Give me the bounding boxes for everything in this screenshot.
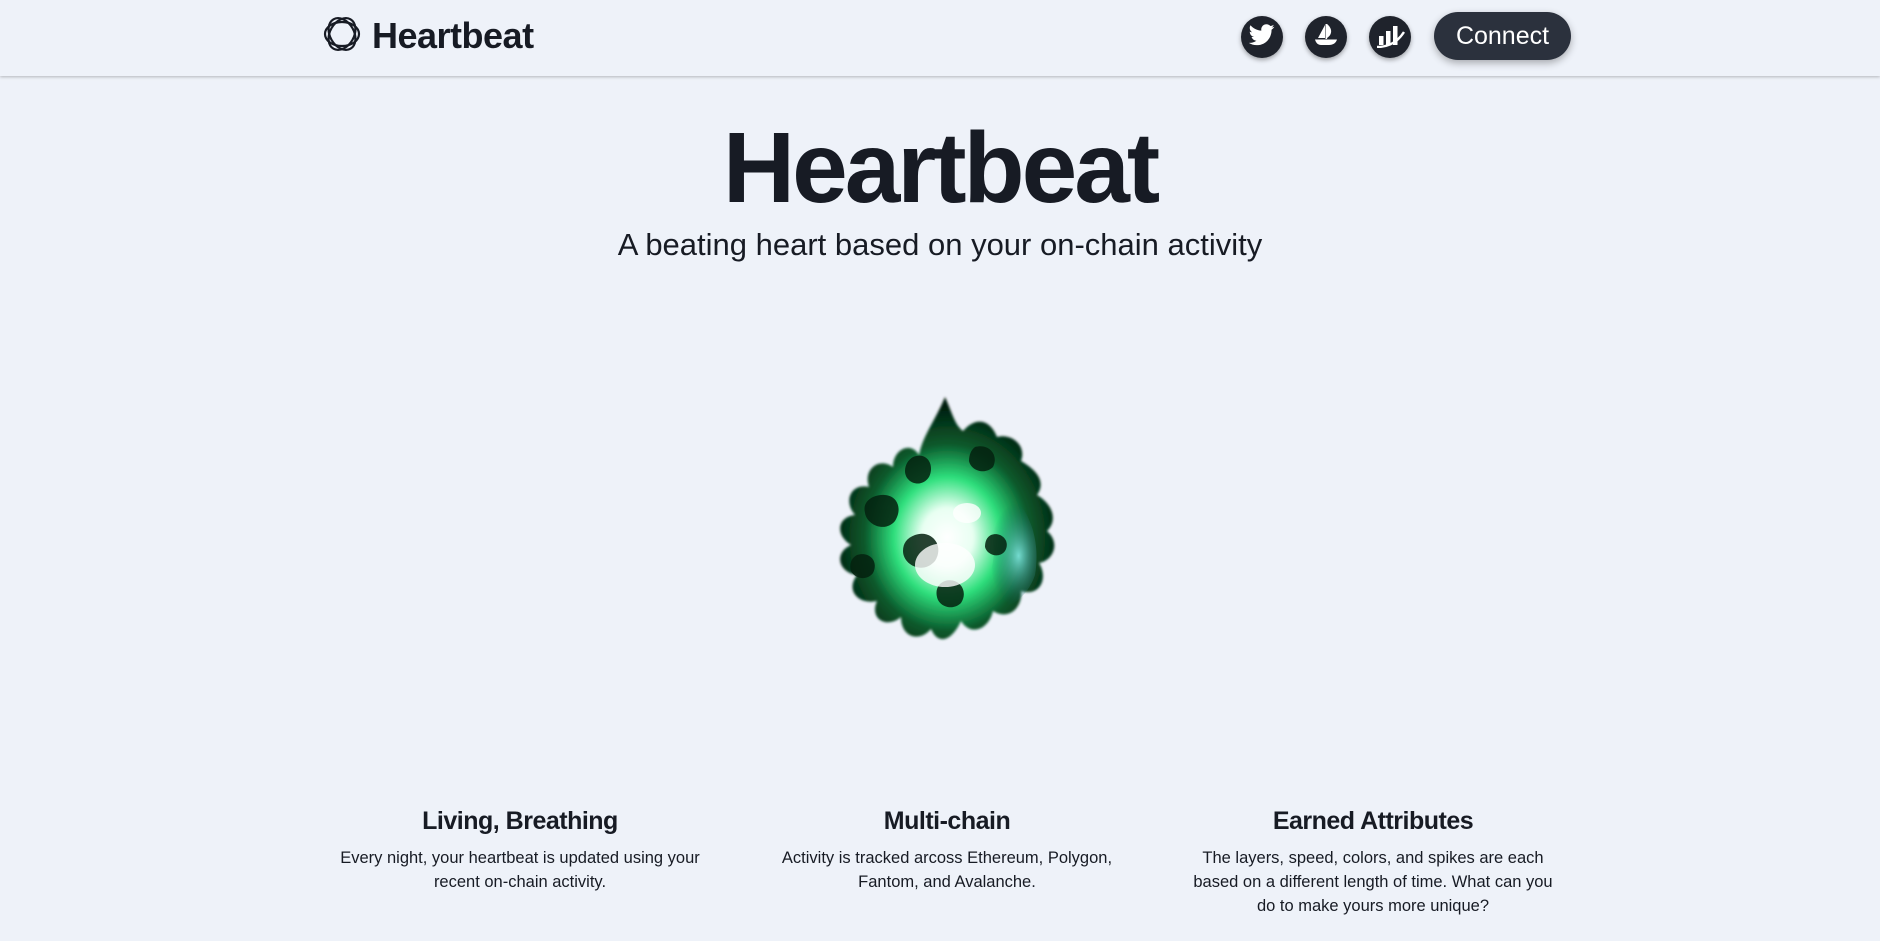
analytics-icon: [1375, 22, 1406, 53]
feature-description: The layers, speed, colors, and spikes ar…: [1193, 849, 1553, 915]
feature-title: Multi-chain: [883, 807, 1011, 835]
feature-living-breathing: Living, Breathing Every night, your hear…: [330, 806, 710, 894]
analytics-link[interactable]: [1369, 16, 1411, 58]
feature-title: Living, Breathing: [422, 807, 618, 835]
connect-button[interactable]: Connect: [1434, 12, 1571, 60]
opensea-icon: [1312, 23, 1340, 52]
heartbeat-logo-icon: [322, 14, 362, 59]
opensea-link[interactable]: [1305, 16, 1347, 58]
hero-title: Heartbeat: [722, 112, 1160, 224]
heartbeat-blob-image: [795, 385, 1085, 675]
feature-title: Earned Attributes: [1272, 807, 1474, 835]
navbar: Heartbeat Connect: [0, 0, 1880, 76]
brand-link[interactable]: Heartbeat: [322, 14, 534, 58]
feature-description: Activity is tracked arcoss Ethereum, Pol…: [781, 849, 1113, 891]
hero-subtitle: A beating heart based on your on-chain a…: [617, 227, 1263, 262]
twitter-link[interactable]: [1241, 16, 1283, 58]
feature-description: Every night, your heartbeat is updated u…: [340, 849, 700, 891]
twitter-icon: [1248, 23, 1275, 51]
brand-name: Heartbeat: [372, 15, 534, 56]
feature-earned-attributes: Earned Attributes The layers, speed, col…: [1183, 806, 1563, 918]
feature-multi-chain: Multi-chain Activity is tracked arcoss E…: [757, 806, 1137, 894]
